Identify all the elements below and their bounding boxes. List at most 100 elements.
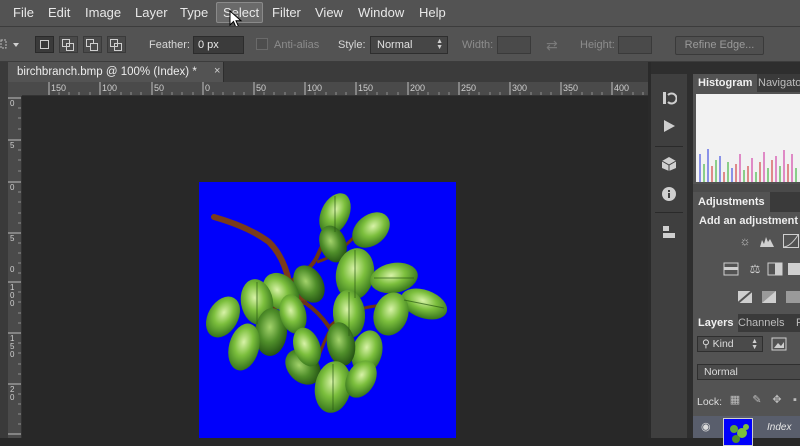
document-image[interactable] xyxy=(199,182,456,438)
close-icon[interactable]: × xyxy=(214,65,220,77)
layer-row[interactable]: ◉ Index xyxy=(693,416,800,446)
gradient-map-icon[interactable] xyxy=(785,290,800,304)
canvas-area[interactable] xyxy=(22,96,648,438)
history-icon[interactable] xyxy=(661,90,678,106)
add-to-selection-button[interactable] xyxy=(59,36,78,53)
ruler-label: 2 0 xyxy=(10,385,15,402)
separator xyxy=(655,212,683,213)
antialias-checkbox[interactable] xyxy=(256,38,268,50)
hue-saturation-icon[interactable] xyxy=(723,262,739,276)
blend-mode-select[interactable]: Normal xyxy=(697,364,800,380)
layer-name[interactable]: Index xyxy=(767,422,791,433)
histogram-bars xyxy=(699,149,797,182)
refine-edge-button[interactable]: Refine Edge... xyxy=(675,36,764,55)
style-value: Normal xyxy=(377,39,413,51)
ruler-label: 350 xyxy=(563,83,579,93)
document-tab-title: birchbranch.bmp @ 100% (Index) * xyxy=(17,66,197,78)
ruler-left: 0 5 0 5 0 1 0 0 1 5 0 2 0 xyxy=(8,96,22,438)
new-selection-button[interactable] xyxy=(35,36,54,53)
menu-file[interactable]: File xyxy=(13,5,34,20)
antialias-label: Anti-alias xyxy=(274,39,320,51)
style-select[interactable]: Normal ▲ ▼ xyxy=(370,36,448,54)
ruler-corner xyxy=(8,82,22,96)
tool-preset-picker-icon[interactable] xyxy=(0,39,20,51)
invert-icon[interactable] xyxy=(737,290,753,304)
menu-window[interactable]: Window xyxy=(358,5,404,20)
tab-adjustments[interactable]: Adjustments xyxy=(693,192,770,212)
menu-type[interactable]: Type xyxy=(180,5,208,20)
separator xyxy=(655,146,683,147)
menu-bar: File Edit Image Layer Type Select Filter… xyxy=(0,0,800,29)
play-actions-icon[interactable] xyxy=(661,118,677,134)
eye-icon[interactable]: ◉ xyxy=(701,420,711,433)
tab-layers[interactable]: Layers xyxy=(693,314,739,332)
width-label: Width: xyxy=(462,39,494,51)
tab-navigator[interactable]: Navigator xyxy=(753,74,800,92)
layers-panel: ⚲ Kind ▲ ▼ Normal Lock: ▦ ✎ ✥ ▪ ◉ Index xyxy=(693,332,800,446)
histogram-tabs: Histogram Navigator xyxy=(693,74,800,92)
feather-input[interactable]: 0 px xyxy=(193,36,244,54)
layer-filter-select[interactable]: ⚲ Kind ▲ ▼ xyxy=(697,336,763,352)
photo-filter-icon[interactable] xyxy=(787,262,800,276)
ruler-label: 0 xyxy=(10,265,15,274)
intersect-selection-button[interactable] xyxy=(107,36,126,53)
ruler-label: 1 0 0 xyxy=(10,283,15,308)
layers-tabs: Layers Channels P xyxy=(693,314,800,332)
ruler-label: 1 5 0 xyxy=(10,334,15,359)
collapse-bar[interactable] xyxy=(693,62,800,74)
image-filter-icon[interactable] xyxy=(771,337,787,351)
height-label: Height: xyxy=(580,39,615,51)
ruler-label: 50 xyxy=(154,83,165,93)
menu-layer[interactable]: Layer xyxy=(135,5,168,20)
tool-presets-icon[interactable] xyxy=(661,224,677,240)
levels-icon[interactable] xyxy=(759,234,775,248)
menu-view[interactable]: View xyxy=(315,5,343,20)
lock-position-icon[interactable]: ✥ xyxy=(771,394,783,406)
info-icon[interactable] xyxy=(661,186,677,202)
black-white-icon[interactable] xyxy=(767,262,783,276)
options-bar: Feather: 0 px Anti-alias Style: Normal ▲… xyxy=(0,26,800,62)
color-balance-icon[interactable]: ⚖ xyxy=(747,262,763,276)
ruler-label: 150 xyxy=(358,83,374,93)
swap-dimensions-icon[interactable]: ⇄ xyxy=(546,37,558,54)
document-tab[interactable]: birchbranch.bmp @ 100% (Index) * × xyxy=(8,62,224,82)
ruler-label: 0 xyxy=(10,183,15,192)
layer-thumbnail xyxy=(723,418,753,446)
subtract-from-selection-button[interactable] xyxy=(83,36,102,53)
histogram-plot xyxy=(696,94,800,182)
tab-histogram[interactable]: Histogram xyxy=(693,74,758,92)
birch-branch-image xyxy=(205,193,448,413)
adjustments-panel: Add an adjustment ☼ ⚖ xyxy=(693,212,800,314)
menu-edit[interactable]: Edit xyxy=(48,5,70,20)
style-label: Style: xyxy=(338,39,366,51)
tab-channels[interactable]: Channels xyxy=(733,314,789,332)
adjustments-tabs: Adjustments xyxy=(693,192,800,212)
threshold-icon[interactable] xyxy=(761,290,777,304)
feather-label: Feather: xyxy=(149,39,190,51)
curves-icon[interactable] xyxy=(783,234,799,248)
lock-pixels-icon[interactable]: ✎ xyxy=(751,394,763,406)
kind-label: Kind xyxy=(712,338,734,350)
menu-help[interactable]: Help xyxy=(419,5,446,20)
ruler-top: 150 100 50 0 50 100 150 200 250 300 350 … xyxy=(22,82,648,96)
menu-image[interactable]: Image xyxy=(85,5,121,20)
lock-all-icon[interactable]: ▪ xyxy=(789,394,800,406)
collapse-bar[interactable] xyxy=(651,62,687,74)
ruler-label: 200 xyxy=(410,83,426,93)
spinner-icon: ▲ ▼ xyxy=(436,38,443,51)
3d-cube-icon[interactable] xyxy=(661,156,677,172)
lock-transparent-icon[interactable]: ▦ xyxy=(729,394,741,406)
ruler-label: 150 xyxy=(51,83,67,93)
width-field[interactable] xyxy=(497,36,531,54)
ruler-label: 250 xyxy=(461,83,477,93)
histogram-panel xyxy=(693,92,800,184)
brightness-icon[interactable]: ☼ xyxy=(737,234,753,248)
thumbnail-leaves xyxy=(730,424,749,443)
lock-label: Lock: xyxy=(697,396,723,408)
tab-paths[interactable]: P xyxy=(791,314,800,332)
document-tab-bar: birchbranch.bmp @ 100% (Index) * × xyxy=(8,62,648,82)
menu-filter[interactable]: Filter xyxy=(272,5,301,20)
height-field[interactable] xyxy=(618,36,652,54)
ruler-label: 100 xyxy=(307,83,323,93)
adjustments-title: Add an adjustment xyxy=(699,215,799,227)
